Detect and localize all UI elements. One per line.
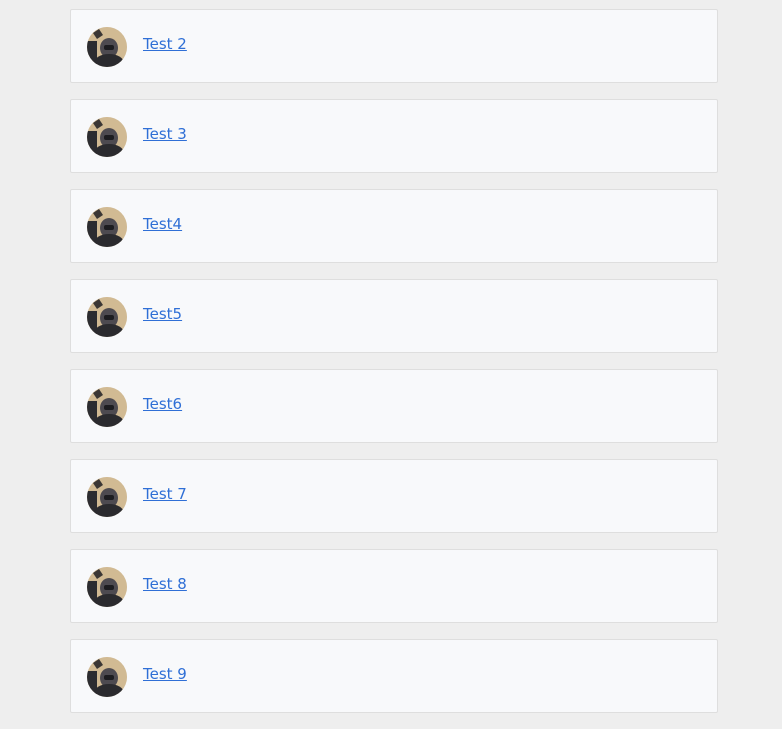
list-item: Test 8 bbox=[70, 549, 718, 623]
list-item: Test 3 bbox=[70, 99, 718, 173]
list-item: Test5 bbox=[70, 279, 718, 353]
avatar bbox=[87, 206, 127, 247]
user-link[interactable]: Test4 bbox=[143, 215, 182, 233]
list-item: Test4 bbox=[70, 189, 718, 263]
list-item: Test 2 bbox=[70, 9, 718, 83]
avatar bbox=[87, 26, 127, 67]
user-photo-icon bbox=[87, 386, 127, 427]
user-photo-icon bbox=[87, 476, 127, 517]
user-link[interactable]: Test 2 bbox=[143, 35, 187, 53]
user-link[interactable]: Test 7 bbox=[143, 485, 187, 503]
list-item: Test6 bbox=[70, 369, 718, 443]
user-list: Test 2 Test 3 Test4 Test5 Test6 Test 7 T… bbox=[70, 9, 718, 729]
user-photo-icon bbox=[87, 296, 127, 337]
avatar bbox=[87, 386, 127, 427]
list-item: Test 7 bbox=[70, 459, 718, 533]
avatar bbox=[87, 566, 127, 607]
list-item: Test 9 bbox=[70, 639, 718, 713]
user-photo-icon bbox=[87, 26, 127, 67]
user-link[interactable]: Test6 bbox=[143, 395, 182, 413]
user-photo-icon bbox=[87, 116, 127, 157]
avatar bbox=[87, 656, 127, 697]
user-link[interactable]: Test5 bbox=[143, 305, 182, 323]
user-link[interactable]: Test 3 bbox=[143, 125, 187, 143]
user-photo-icon bbox=[87, 566, 127, 607]
avatar bbox=[87, 296, 127, 337]
avatar bbox=[87, 476, 127, 517]
user-photo-icon bbox=[87, 656, 127, 697]
user-photo-icon bbox=[87, 206, 127, 247]
user-link[interactable]: Test 8 bbox=[143, 575, 187, 593]
user-link[interactable]: Test 9 bbox=[143, 665, 187, 683]
avatar bbox=[87, 116, 127, 157]
